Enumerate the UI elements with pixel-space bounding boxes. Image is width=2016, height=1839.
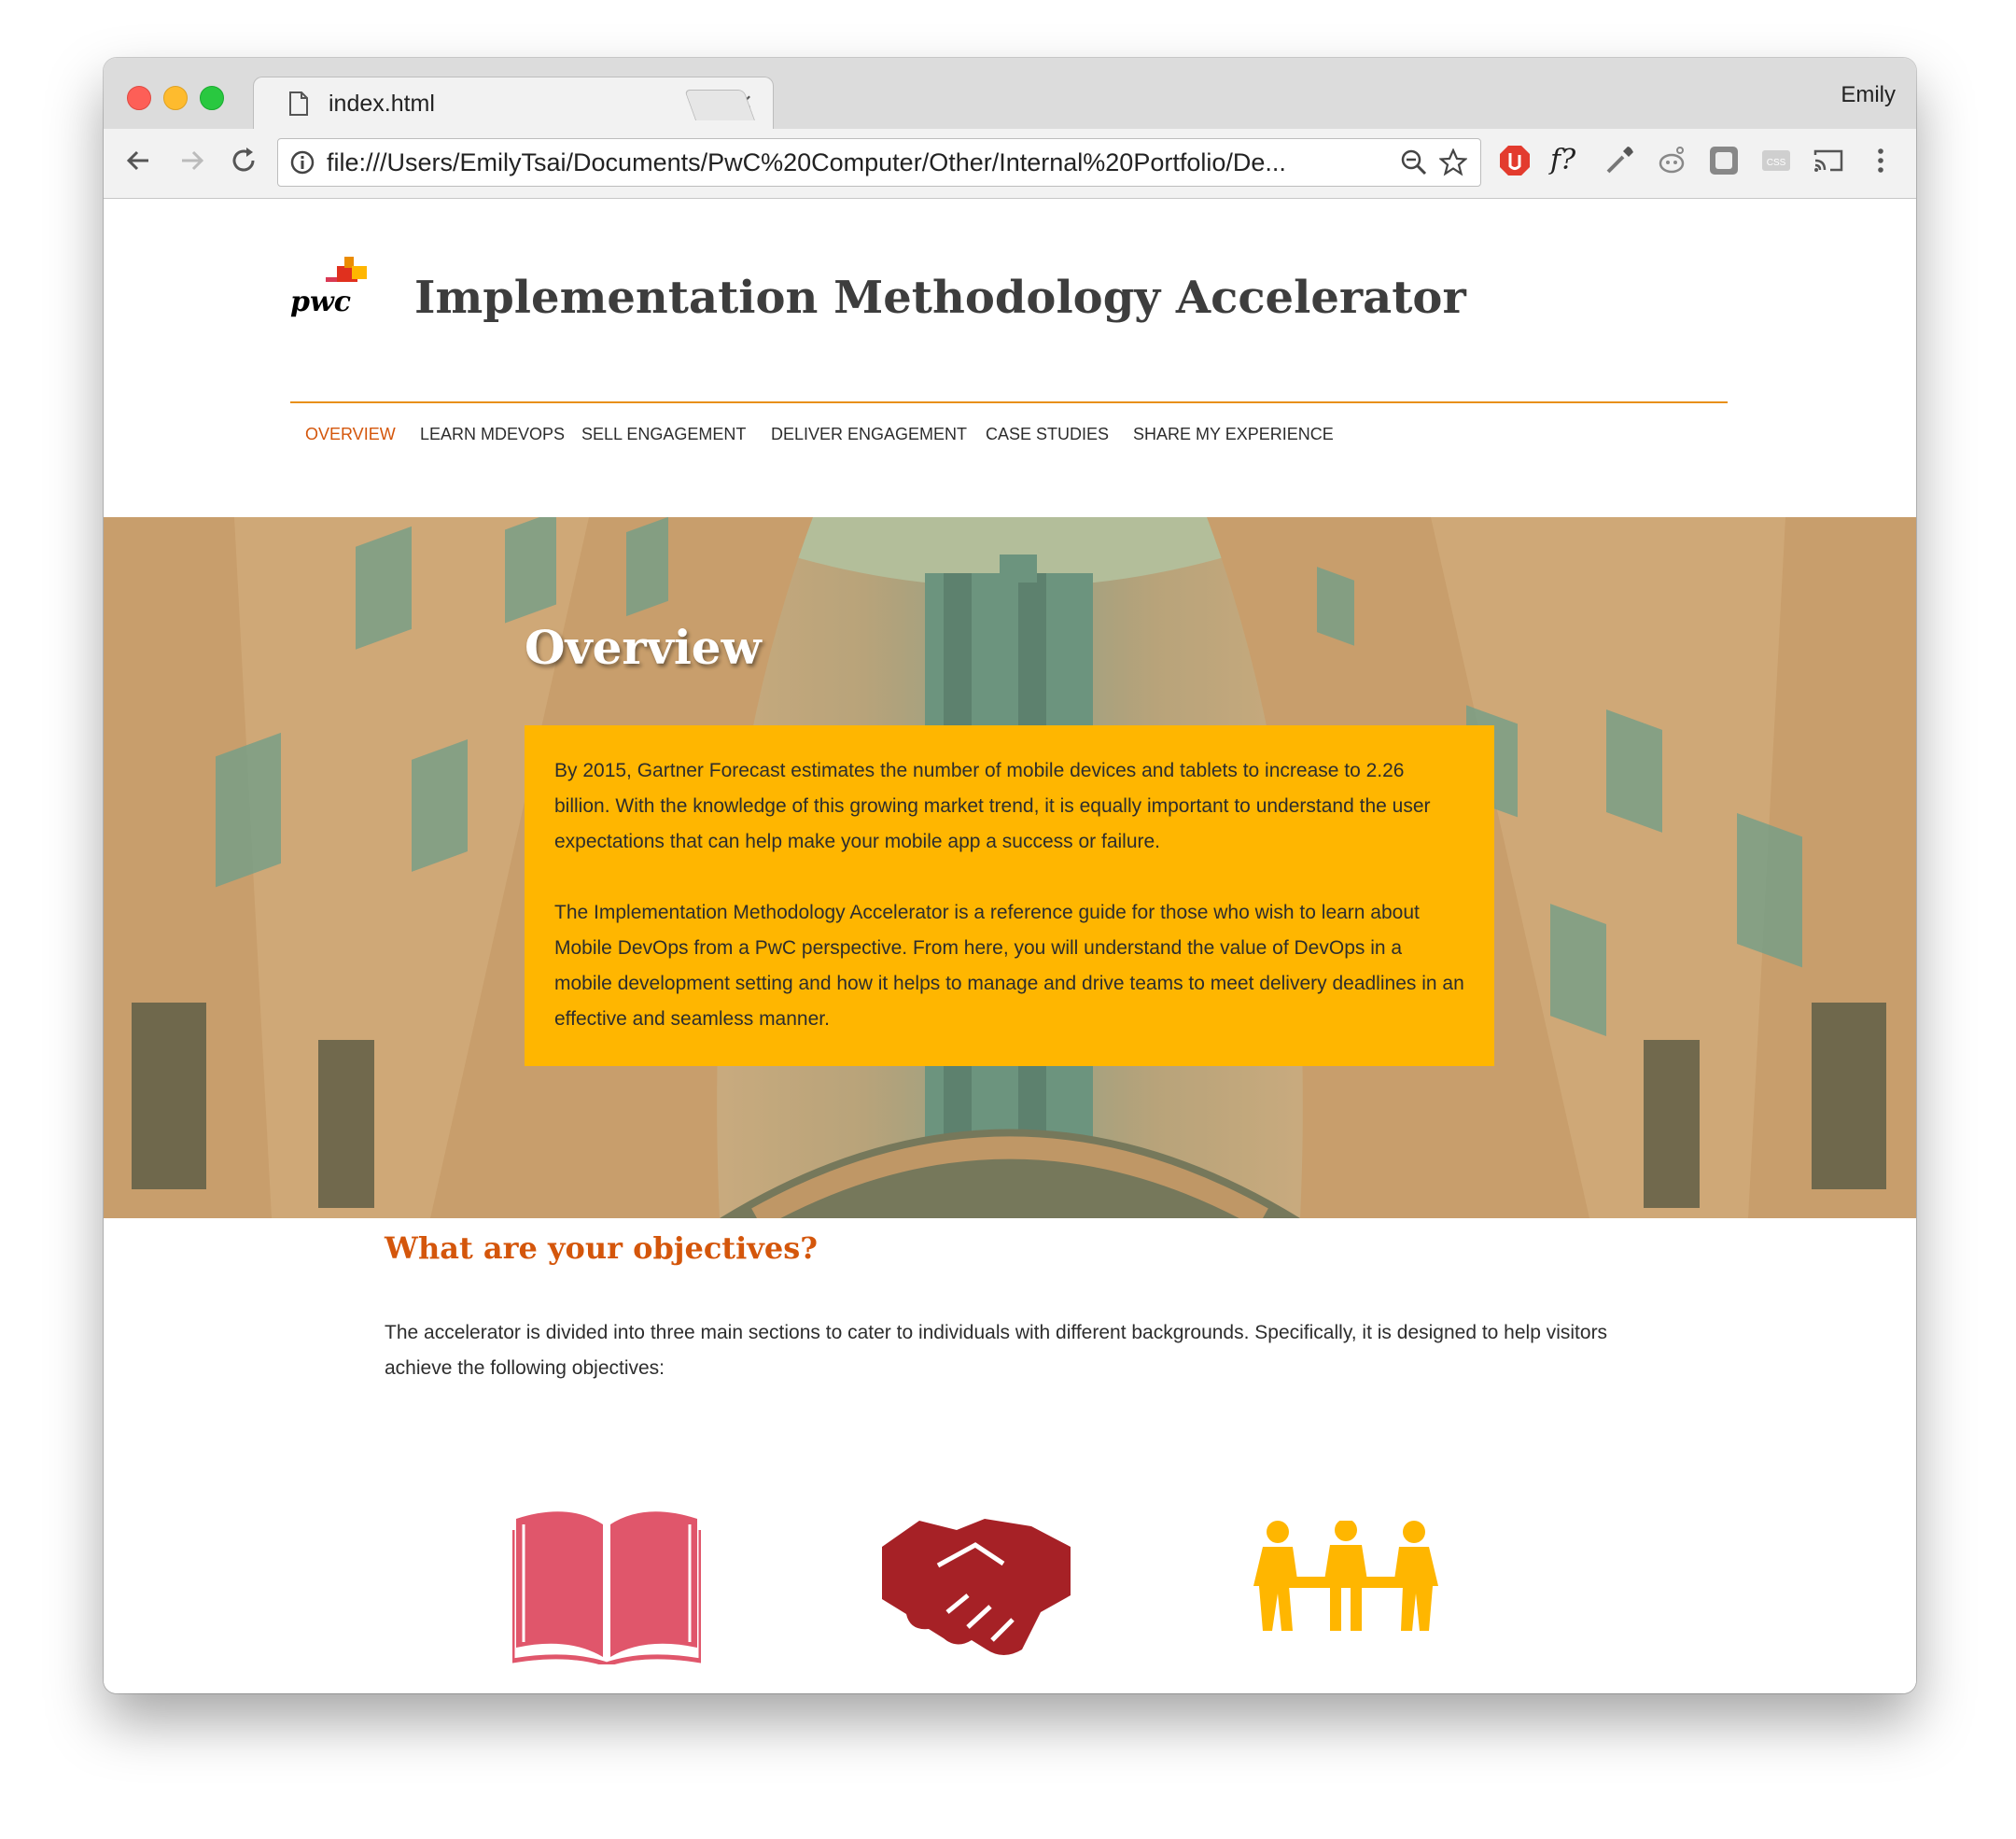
overview-paragraph-2: The Implementation Methodology Accelerat… [554,902,1464,1030]
nav-share-my-experience[interactable]: SHARE MY EXPERIENCE [1133,406,1334,462]
reddit-icon[interactable] [1655,144,1688,177]
profile-name[interactable]: Emily [1841,82,1896,108]
book-icon[interactable] [512,1496,701,1664]
nav-deliver-engagement[interactable]: DELIVER ENGAGEMENT [771,406,967,462]
eyedropper-icon[interactable] [1603,144,1636,177]
menu-icon[interactable] [1864,144,1897,177]
overview-paragraph-1: By 2015, Gartner Forecast estimates the … [554,760,1431,852]
svg-text:CSS: CSS [1767,158,1786,168]
page-viewport: pwc Implementation Methodology Accelerat… [104,199,1916,1693]
site-title: Implementation Methodology Accelerator [414,272,1466,324]
zoom-icon[interactable] [1400,148,1428,176]
extension-icon[interactable] [1707,144,1741,177]
minimize-window-button[interactable] [163,86,188,110]
css-icon[interactable]: CSS [1759,144,1793,177]
close-window-button[interactable] [127,86,151,110]
url-text[interactable]: file:///Users/EmilyTsai/Documents/PwC%20… [327,148,1381,177]
address-bar[interactable]: file:///Users/EmilyTsai/Documents/PwC%20… [277,138,1481,187]
maximize-window-button[interactable] [200,86,224,110]
back-icon[interactable] [120,142,158,179]
font-icon[interactable]: f? [1550,144,1584,177]
nav-case-studies[interactable]: CASE STUDIES [986,406,1109,462]
nav-sell-engagement[interactable]: SELL ENGAGEMENT [581,406,746,462]
title-divider [290,401,1728,403]
nav-overview[interactable]: OVERVIEW [305,406,396,462]
adblock-icon[interactable] [1498,144,1532,177]
star-icon[interactable] [1439,148,1467,176]
new-tab-button[interactable] [683,90,756,120]
objectives-description: The accelerator is divided into three ma… [385,1322,1608,1379]
handshake-icon[interactable] [882,1509,1071,1659]
document-icon [289,91,308,116]
overview-box: By 2015, Gartner Forecast estimates the … [525,725,1494,1066]
pwc-logo-text: pwc [290,286,351,318]
browser-toolbar: file:///Users/EmilyTsai/Documents/PwC%20… [104,129,1916,199]
info-icon[interactable] [289,149,315,175]
hero-banner: Overview By 2015, Gartner Forecast estim… [104,517,1916,1218]
pwc-logo-mark: pwc [290,257,367,318]
meeting-icon[interactable] [1252,1521,1440,1633]
cast-icon[interactable] [1812,144,1845,177]
hero-title: Overview [525,620,762,675]
forward-icon[interactable] [173,142,210,179]
tab-title: index.html [329,91,435,117]
tab-bar: index.html × Emily [104,58,1916,132]
objectives-title: What are your objectives? [385,1230,818,1266]
browser-window: index.html × Emily file:///Users/EmilyTs… [104,58,1916,1693]
nav-learn-mdevops[interactable]: LEARN MDEVOPS [420,406,565,462]
pwc-logo[interactable]: pwc [290,253,379,318]
reload-icon[interactable] [225,142,262,179]
